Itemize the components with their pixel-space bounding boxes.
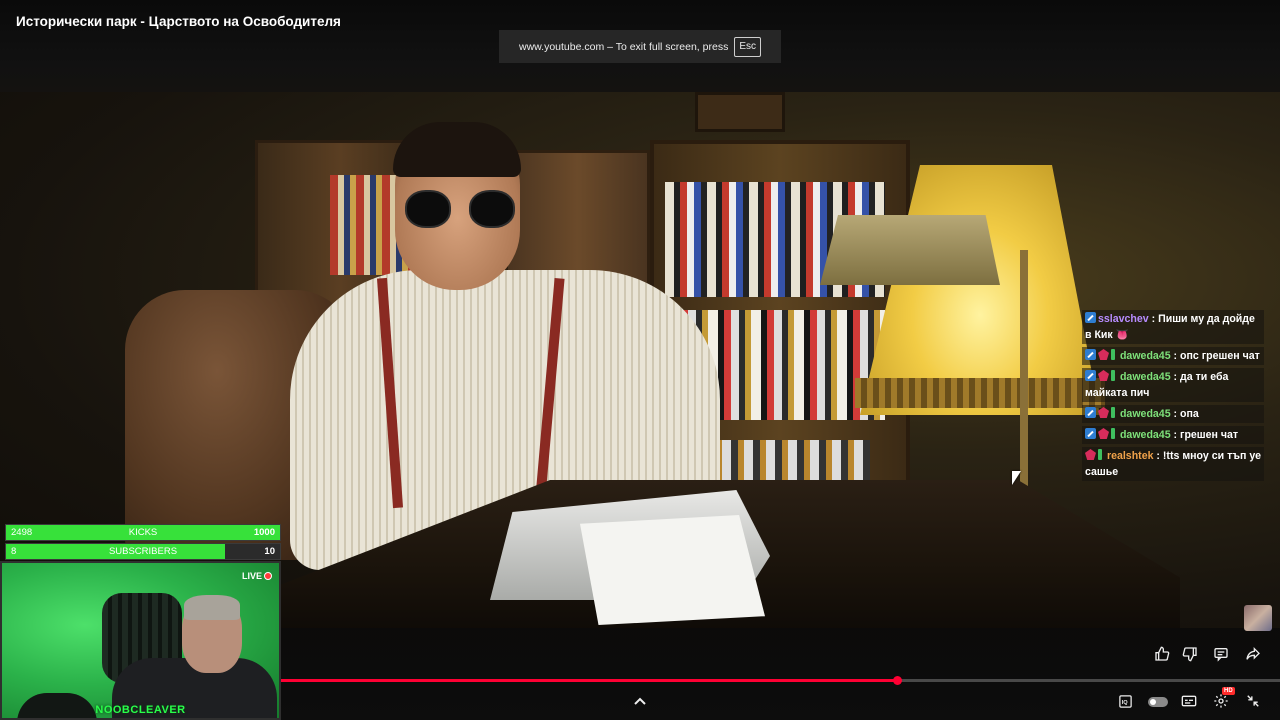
- like-icon[interactable]: [1152, 644, 1172, 664]
- fullscreen-notice-text: www.youtube.com – To exit full screen, p…: [519, 40, 729, 53]
- chat-text: опа: [1180, 408, 1199, 420]
- subscribers-goal-bar: SUBSCRIBERS 8 10: [5, 543, 281, 560]
- live-dot-icon: [264, 572, 273, 580]
- progress-bar[interactable]: [281, 676, 1280, 685]
- wall-picture-frame: [695, 92, 785, 132]
- moderator-badge-icon: [1085, 428, 1096, 439]
- subscribers-goal-max: 10: [264, 546, 275, 557]
- kicks-goal-max: 1000: [253, 527, 275, 538]
- subscribers-goal-label: SUBSCRIBERS: [108, 546, 178, 557]
- moderator-badge-icon: [1085, 370, 1096, 381]
- stream-chat-overlay: sslavchev : Пиши му да дойде в Кик 👅 daw…: [1082, 310, 1264, 484]
- svg-text:IQ: IQ: [1121, 700, 1128, 706]
- chat-message: daweda45 : опс грешен чат: [1082, 347, 1264, 365]
- moderator-badge-icon: [1085, 349, 1096, 360]
- share-icon[interactable]: [1243, 644, 1263, 664]
- subscriber-badge-icon: [1085, 449, 1096, 460]
- subscriber-badge-icon: [1098, 428, 1109, 439]
- gifter-badge-icon: [1098, 449, 1102, 460]
- chat-username: daweda45: [1119, 371, 1171, 383]
- lamp-fringe: [855, 378, 1105, 408]
- sunglasses: [405, 190, 515, 230]
- exit-fullscreen-icon[interactable]: [1244, 692, 1262, 710]
- mouse-cursor-icon: [1012, 471, 1021, 485]
- kicks-goal-current: 2498: [11, 527, 33, 538]
- desk-lamp: [820, 215, 1000, 285]
- autoplay-toggle[interactable]: [1147, 696, 1169, 708]
- gifter-badge-icon: [1111, 428, 1115, 439]
- gifter-badge-icon: [1111, 370, 1115, 381]
- gifter-badge-icon: [1111, 349, 1115, 360]
- kicks-goal-bar: KICKS 2498 1000: [5, 524, 281, 541]
- streamer-hair: [184, 595, 240, 620]
- chat-message: realshtek : !tts мноу си тъп уе сашье: [1082, 447, 1264, 481]
- fullscreen-notice: www.youtube.com – To exit full screen, p…: [499, 30, 781, 63]
- moderator-badge-icon: [1085, 407, 1096, 418]
- chat-message: daweda45 : грешен чат: [1082, 426, 1264, 444]
- chat-text: опс грешен чат: [1180, 350, 1260, 362]
- subscriber-badge-icon: [1098, 407, 1109, 418]
- kicks-goal-label: KICKS: [128, 527, 158, 538]
- live-label: LIVE: [242, 571, 263, 581]
- dislike-icon[interactable]: [1180, 644, 1200, 664]
- subscribers-goal-current: 8: [11, 546, 17, 557]
- streamer-webcam: LIVE NOOBCLEAVER: [0, 561, 281, 720]
- chat-username: daweda45: [1119, 408, 1171, 420]
- chat-username: daweda45: [1119, 429, 1171, 441]
- subscriber-badge-icon: [1098, 349, 1109, 360]
- subtitles-icon[interactable]: [1180, 692, 1198, 710]
- channel-avatar[interactable]: [1244, 605, 1272, 631]
- esc-key-hint: Esc: [734, 36, 761, 57]
- hd-icon[interactable]: IQ: [1116, 692, 1134, 710]
- streamer-name: NOOBCLEAVER: [95, 704, 186, 716]
- chat-message: daweda45 : да ти еба майката пич: [1082, 368, 1264, 402]
- settings-icon[interactable]: HD: [1212, 687, 1235, 710]
- chevron-up-icon[interactable]: [630, 692, 650, 710]
- man-hair: [393, 122, 521, 177]
- autoplay-toggle-switch: [1148, 697, 1168, 707]
- comment-icon[interactable]: [1211, 644, 1231, 664]
- subscriber-badge-icon: [1098, 370, 1109, 381]
- video-title: Исторически парк - Царството на Освободи…: [16, 14, 341, 29]
- chat-text: грешен чат: [1180, 429, 1239, 441]
- gifter-badge-icon: [1111, 407, 1115, 418]
- chat-username: daweda45: [1119, 350, 1171, 362]
- chat-message: daweda45 : опа: [1082, 405, 1264, 423]
- chat-username: sslavchev: [1098, 313, 1149, 325]
- live-badge: LIVE: [242, 571, 273, 581]
- progress-fill: [281, 679, 898, 682]
- chat-username: realshtek: [1106, 450, 1154, 462]
- moderator-badge-icon: [1085, 312, 1096, 323]
- chat-message: sslavchev : Пиши му да дойде в Кик 👅: [1082, 310, 1264, 344]
- quality-badge: HD: [1222, 687, 1235, 695]
- typewriter-paper: [580, 515, 765, 625]
